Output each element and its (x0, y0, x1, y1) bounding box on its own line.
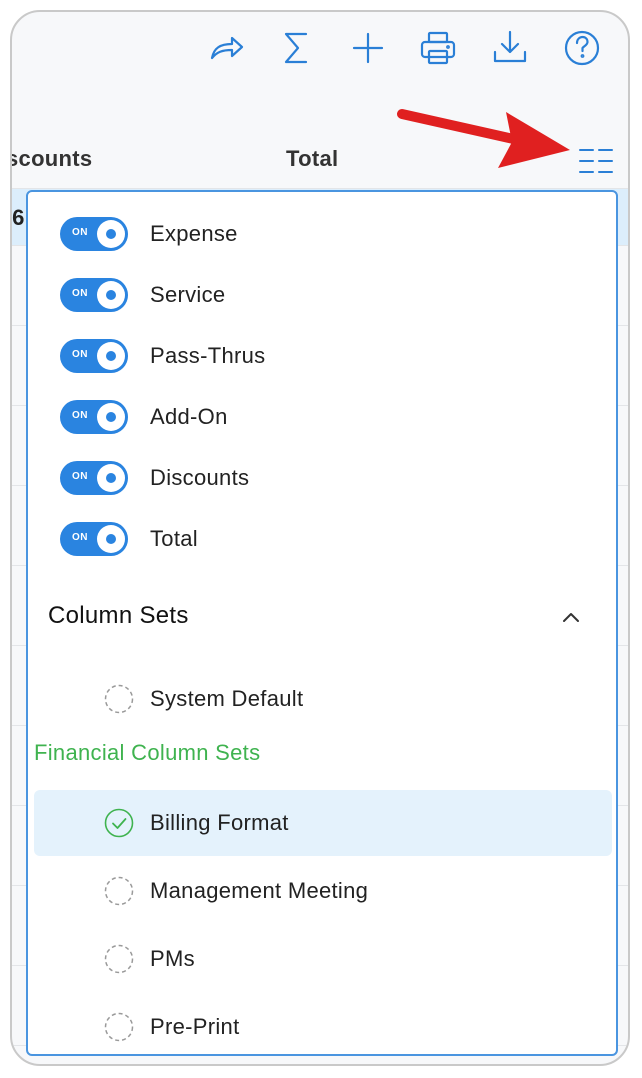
toggle-item-expense[interactable]: ON Expense (60, 217, 238, 251)
column-set-label: PMs (150, 946, 195, 971)
toggle-label: Pass-Thrus (150, 343, 266, 368)
chevron-up-icon[interactable] (556, 602, 586, 632)
toggle-item-total[interactable]: ON Total (60, 522, 198, 556)
column-set-system-default[interactable]: System Default (34, 666, 612, 732)
toggle-switch[interactable]: ON (60, 522, 128, 556)
switch-state-label: ON (72, 410, 88, 421)
switch-state-label: ON (72, 532, 88, 543)
switch-knob (97, 464, 125, 492)
app-frame: scounts Total l6 ON Expense ON Service (10, 10, 630, 1066)
column-chooser-icon[interactable] (578, 144, 614, 178)
toggle-switch[interactable]: ON (60, 278, 128, 312)
column-header-discounts[interactable]: scounts (12, 146, 92, 172)
toggle-item-pass-thrus[interactable]: ON Pass-Thrus (60, 339, 265, 373)
switch-state-label: ON (72, 227, 88, 238)
toggle-item-service[interactable]: ON Service (60, 278, 225, 312)
column-set-label: Billing Format (150, 810, 289, 835)
toggle-switch[interactable]: ON (60, 461, 128, 495)
column-set-label: Pre-Print (150, 1014, 240, 1039)
share-icon[interactable] (204, 26, 248, 70)
toggle-item-discounts[interactable]: ON Discounts (60, 461, 249, 495)
column-set-management-meeting[interactable]: Management Meeting (34, 858, 612, 924)
switch-knob (97, 403, 125, 431)
radio-unchecked-icon[interactable] (104, 876, 134, 906)
toolbar (12, 12, 628, 92)
toggle-label: Add-On (150, 404, 228, 429)
toggle-label: Expense (150, 221, 238, 246)
switch-state-label: ON (72, 288, 88, 299)
radio-unchecked-icon[interactable] (104, 1012, 134, 1042)
column-sets-title[interactable]: Column Sets (48, 602, 189, 630)
toggle-label: Service (150, 282, 226, 307)
switch-knob (97, 281, 125, 309)
financial-column-sets-label: Financial Column Sets (34, 740, 261, 765)
cell-fragment: l6 (12, 205, 25, 230)
toggle-switch[interactable]: ON (60, 400, 128, 434)
plus-icon[interactable] (346, 26, 390, 70)
download-icon[interactable] (488, 26, 532, 70)
switch-state-label: ON (72, 349, 88, 360)
switch-state-label: ON (72, 471, 88, 482)
column-set-pre-print[interactable]: Pre-Print (34, 994, 612, 1060)
column-set-label: System Default (150, 686, 304, 711)
radio-unchecked-icon[interactable] (104, 684, 134, 714)
check-circle-icon[interactable] (104, 808, 134, 838)
switch-knob (97, 525, 125, 553)
switch-knob (97, 220, 125, 248)
print-icon[interactable] (416, 26, 460, 70)
toggle-switch[interactable]: ON (60, 339, 128, 373)
toggle-label: Total (150, 526, 198, 551)
column-set-label: Management Meeting (150, 878, 369, 903)
column-set-billing-format[interactable]: Billing Format (34, 790, 612, 856)
toggle-item-add-on[interactable]: ON Add-On (60, 400, 228, 434)
column-header-total[interactable]: Total (286, 146, 338, 172)
toggle-label: Discounts (150, 465, 250, 490)
help-icon[interactable] (560, 26, 604, 70)
sum-icon[interactable] (274, 26, 318, 70)
column-set-pms[interactable]: PMs (34, 926, 612, 992)
switch-knob (97, 342, 125, 370)
radio-unchecked-icon[interactable] (104, 944, 134, 974)
toggle-switch[interactable]: ON (60, 217, 128, 251)
grid-header-row: scounts Total (12, 132, 628, 189)
column-chooser-panel: ON Expense ON Service ON Pass-Thrus ON A… (26, 190, 618, 1056)
